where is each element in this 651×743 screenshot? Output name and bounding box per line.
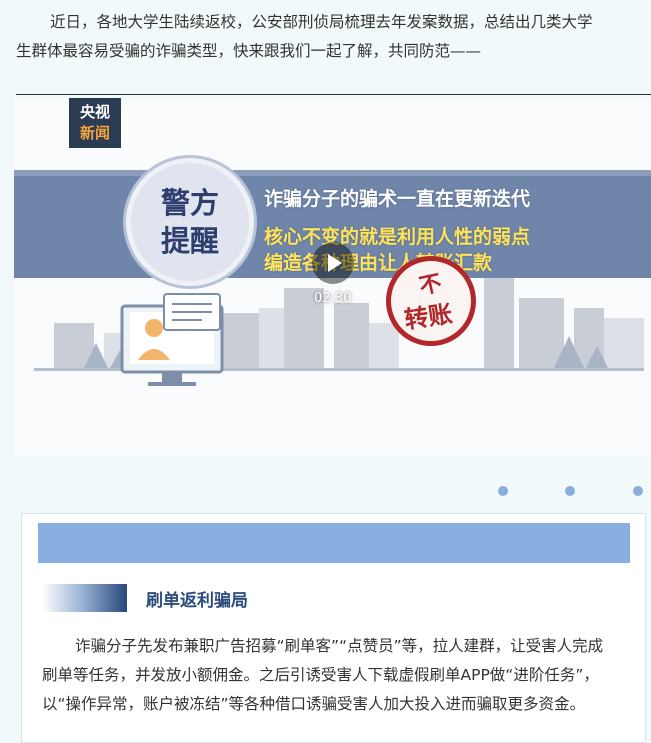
intro-line-2: 生群体最容易受骗的诈骗类型，快来跟我们一起了解，共同防范—— <box>16 42 482 60</box>
video-player[interactable]: 央视 新闻 警方 提醒 诈骗分子的骗术一直在更新迭代 核心不变的就是利用人性的弱… <box>14 98 651 456</box>
carousel-dot-1[interactable] <box>498 486 508 496</box>
card-header-bar <box>38 523 630 563</box>
logo-text-bottom: 新闻 <box>79 124 110 142</box>
carousel-dot-3[interactable] <box>633 486 643 496</box>
scam-info-card: 刷单返利骗局 诈骗分子先发布兼职广告招募“刷单客”“点赞员”等，拉人建群，让受害… <box>21 513 646 743</box>
video-duration: 02:30 <box>314 291 352 306</box>
card-line-3: 以“操作异常，账户被冻结”等各种借口诱骗受害人加大投入进而骗取更多资金。 <box>42 695 586 713</box>
divider <box>16 94 651 95</box>
intro-paragraph: 近日，各地大学生陆续返校，公安部刑侦局梳理去年发案数据，总结出几类大学 生群体最… <box>16 8 651 66</box>
badge-line-1: 警方 <box>160 186 219 220</box>
stamp-line-2: 转账 <box>402 299 455 335</box>
carousel-pagination <box>0 486 651 496</box>
banner-line-2: 核心不变的就是利用人性的弱点 <box>264 226 531 248</box>
card-title: 刷单返利骗局 <box>146 591 248 611</box>
intro-line-1: 近日，各地大学生陆续返校，公安部刑侦局梳理去年发案数据，总结出几类大学 <box>50 13 593 31</box>
card-paragraph: 诈骗分子先发布兼职广告招募“刷单客”“点赞员”等，拉人建群，让受害人完成 刷单等… <box>42 632 632 719</box>
card-line-2: 刷单等任务，并发放小额佣金。之后引诱受害人下载虚假刷单APP做“进阶任务”， <box>42 666 599 684</box>
carousel-dot-2[interactable] <box>565 486 575 496</box>
no-transfer-stamp: 不 转账 <box>386 256 476 346</box>
badge-line-2: 提醒 <box>160 224 219 258</box>
logo-text-top: 央视 <box>79 103 110 121</box>
cctv-news-logo: 央视 新闻 <box>69 98 121 148</box>
title-accent-gradient <box>42 584 127 612</box>
play-button[interactable] <box>312 242 354 284</box>
banner-line-1: 诈骗分子的骗术一直在更新迭代 <box>264 188 531 210</box>
police-reminder-badge: 警方 提醒 <box>126 158 254 286</box>
card-line-1: 诈骗分子先发布兼职广告招募“刷单客”“点赞员”等，拉人建群，让受害人完成 <box>75 637 604 655</box>
